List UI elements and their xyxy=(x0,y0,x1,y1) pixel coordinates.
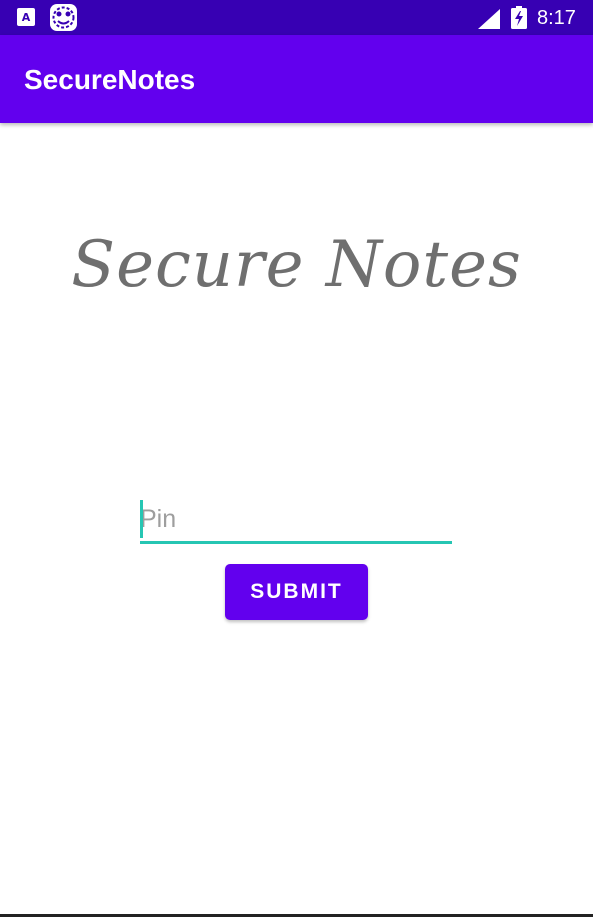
app-title: SecureNotes xyxy=(24,64,196,95)
app-badge-icon xyxy=(50,4,77,31)
page-headline: Secure Notes xyxy=(71,228,522,302)
status-time: 8:17 xyxy=(537,7,576,29)
app-screen: A 8:17 SecureNotes Secure Notes SUBMIT xyxy=(0,0,593,917)
pin-input[interactable] xyxy=(140,498,452,544)
battery-charging-icon xyxy=(511,6,527,29)
a-icon: A xyxy=(17,8,35,26)
status-bar: A 8:17 xyxy=(0,0,593,35)
app-bar: SecureNotes xyxy=(0,35,593,123)
submit-button[interactable]: SUBMIT xyxy=(225,564,368,620)
signal-icon xyxy=(478,9,500,29)
